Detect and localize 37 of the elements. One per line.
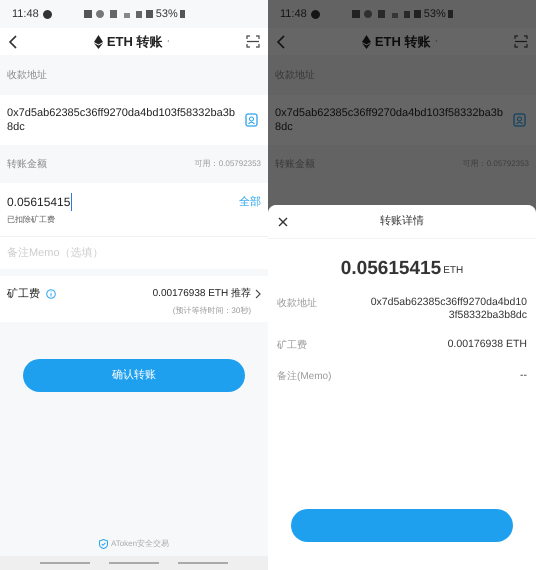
info-icon[interactable] [46, 289, 56, 300]
sheet-title: 转账详情 [379, 214, 425, 230]
detail-label: 备注(Memo) [277, 370, 332, 384]
fee-value[interactable]: 0.00176938 ETH 推荐 [152, 286, 251, 301]
battery-level: 53% [156, 6, 178, 22]
amount-field[interactable]: 0.05615415 [7, 193, 72, 211]
shield-icon [98, 539, 108, 549]
detail-value: 0x7d5ab62385c36ff9270da4bd103f58332ba3b8dc [370, 296, 527, 322]
wait-time-note: (预计等待时间：30秒) [172, 305, 251, 317]
contact-icon[interactable] [512, 113, 526, 127]
fee-label: 矿工费 [7, 286, 40, 302]
transfer-amount: 0.05615415 [340, 259, 442, 278]
ethereum-icon [94, 34, 103, 48]
page-title: ETH 转账 [374, 32, 430, 51]
confirm-button[interactable] [291, 509, 513, 542]
detail-label: 收款地址 [277, 296, 317, 311]
ethereum-icon [362, 34, 371, 48]
amount-label: 转账金额 [7, 158, 47, 172]
page-title: ETH 转账 [106, 32, 162, 51]
close-icon[interactable] [278, 216, 288, 226]
back-icon[interactable] [8, 34, 18, 48]
address-label: 收款地址 [7, 68, 47, 82]
amount-unit: ETH [443, 264, 464, 278]
fee-deducted-note: 已扣除矿工费 [7, 214, 56, 226]
detail-value: -- [519, 369, 527, 382]
battery-level: 53% [424, 6, 446, 22]
title-dot: · [166, 34, 170, 50]
scan-icon[interactable] [246, 35, 260, 48]
detail-label: 矿工费 [277, 338, 307, 353]
security-footer: AToken安全交易 [110, 538, 170, 550]
status-time: 11:48 [280, 6, 307, 22]
contact-icon[interactable] [244, 113, 258, 127]
chevron-right-icon[interactable] [255, 288, 261, 298]
status-time: 11:48 [12, 6, 39, 22]
detail-value: 0.00176938 ETH [446, 338, 527, 351]
available-balance: 可用：0.05792353 [194, 158, 261, 170]
title-dot: · [434, 34, 438, 50]
